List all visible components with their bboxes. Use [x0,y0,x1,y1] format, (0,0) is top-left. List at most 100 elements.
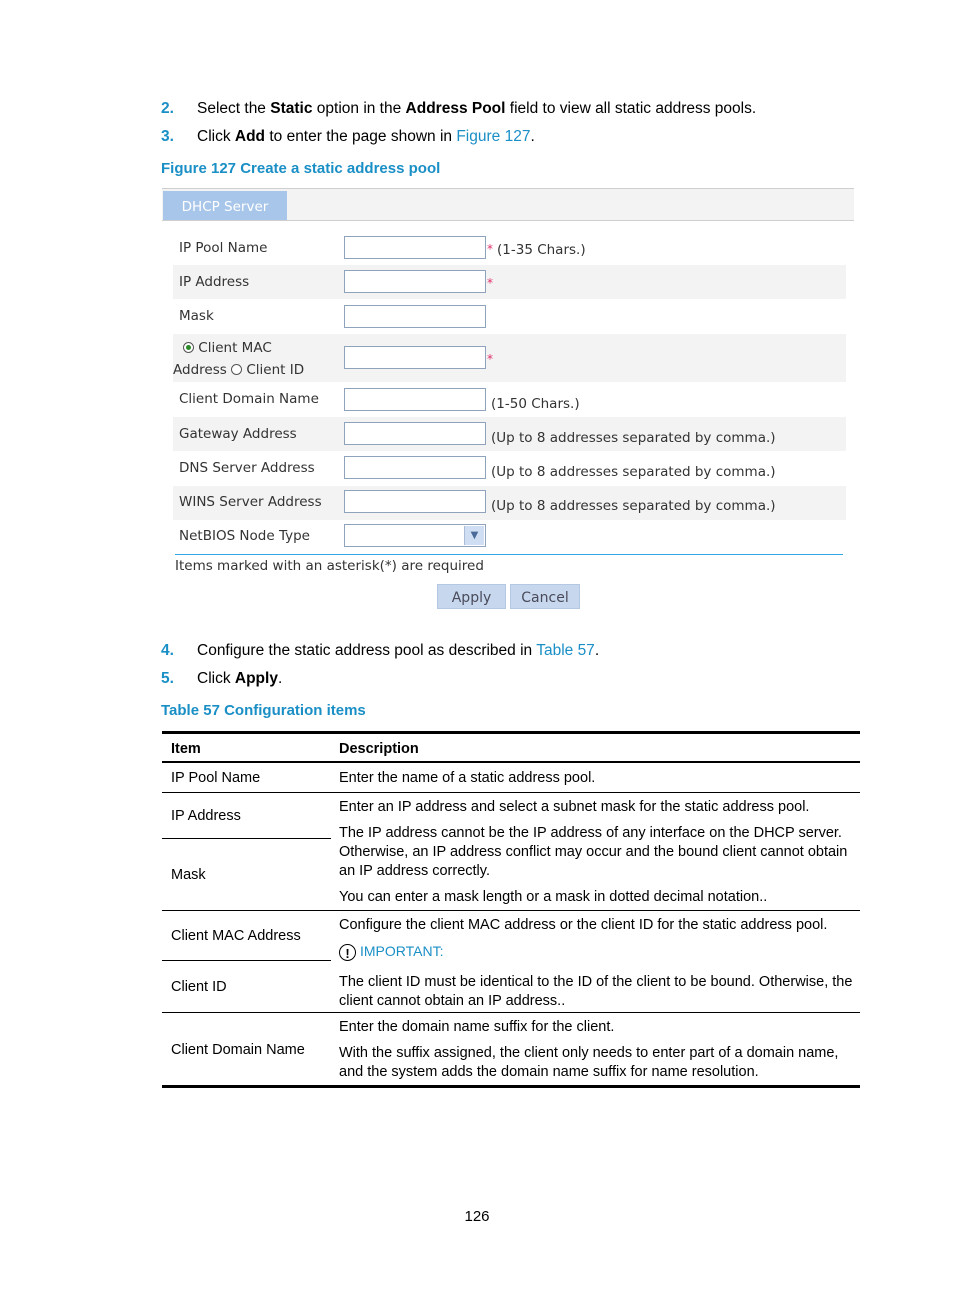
dns-server-address-input[interactable] [344,456,486,479]
step-number: 3. [161,128,174,145]
table-row-description: You can enter a mask length or a mask in… [339,889,768,905]
row-client-domain-name: Client Domain Name (1-50 Chars.) [173,382,846,417]
radio-label: Client MAC [198,340,272,356]
step-text: . [530,128,535,145]
step-text: option in the [312,100,406,117]
row-rule [162,910,860,911]
row-ip-address: IP Address * [173,265,846,299]
radio-client-mac-option[interactable]: Client MAC [183,340,272,356]
step-number: 2. [161,100,174,117]
step-text: to enter the page shown in [265,128,457,145]
dhcp-form-figure: DHCP Server IP Pool Name * (1-35 Chars.)… [162,188,854,618]
row-dns-server-address: DNS Server Address (Up to 8 addresses se… [173,451,846,486]
wins-server-address-input[interactable] [344,490,486,513]
bold-term: Static [270,100,313,117]
field-hint: (1-35 Chars.) [497,242,586,258]
row-rule [162,792,860,793]
step-number: 5. [161,670,174,687]
step-5: 5. Click Apply. [161,670,282,688]
table-link[interactable]: Table 57 [536,642,595,659]
step-text: Configure the static address pool as des… [197,642,537,659]
ip-address-input[interactable] [344,270,486,293]
important-label: IMPORTANT: [360,943,444,959]
field-label: Mask [179,308,214,324]
table-row-description: With the suffix assigned, the client onl… [339,1045,839,1080]
row-rule [162,960,331,961]
table-row-item: Client Domain Name [171,1042,305,1058]
required-marker: * [487,352,493,366]
step-text: Click [197,128,235,145]
table-row-description: Enter an IP address and select a subnet … [339,799,810,815]
row-netbios-node-type: NetBIOS Node Type ▼ [173,520,846,554]
mask-input[interactable] [344,305,486,328]
chevron-down-icon[interactable]: ▼ [464,526,484,545]
tab-dhcp-server[interactable]: DHCP Server [163,191,287,220]
radio-label: Client ID [246,362,305,378]
radio-label: Address [173,362,227,378]
figure-link[interactable]: Figure 127 [456,128,530,145]
tab-bar: DHCP Server [162,188,854,221]
field-hint: (Up to 8 addresses separated by comma.) [491,430,776,446]
row-gateway-address: Gateway Address (Up to 8 addresses separ… [173,417,846,451]
row-wins-server-address: WINS Server Address (Up to 8 addresses s… [173,486,846,520]
step-2: 2. Select the Static option in the Addres… [161,100,756,118]
table-row-item: Client MAC Address [171,928,301,944]
field-label: NetBIOS Node Type [179,528,310,544]
client-mac-input[interactable] [344,346,486,369]
row-ip-pool-name: IP Pool Name * (1-35 Chars.) [173,232,846,265]
header-rule [162,761,860,763]
step-text: Select the [197,100,271,117]
field-label: WINS Server Address [179,494,322,510]
table-row-item: Mask [171,867,206,883]
required-marker: * [487,242,493,256]
step-text: . [277,670,283,687]
client-domain-name-input[interactable] [344,388,486,411]
field-hint: (Up to 8 addresses separated by comma.) [491,498,776,514]
field-label: IP Pool Name [179,240,268,256]
radio-client-id-line: Address Client ID [173,362,304,378]
field-label: DNS Server Address [179,460,315,476]
table-row-description: Configure the client MAC address or the … [339,917,828,933]
step-3: 3. Click Add to enter the page shown in F… [161,128,535,146]
bold-term: Address Pool [405,100,506,117]
table-bottom-rule [162,1085,860,1088]
table-row-description: Enter the name of a static address pool. [339,770,596,786]
required-marker: * [487,276,493,290]
table-top-rule [162,731,860,734]
important-note: ! IMPORTANT: [339,942,859,962]
table-caption: Table 57 Configuration items [161,702,366,719]
field-label: Client Domain Name [179,391,319,407]
bold-term: Apply [234,670,278,687]
row-rule [162,1012,860,1013]
field-hint: (1-50 Chars.) [491,396,580,412]
row-mask: Mask [173,299,846,334]
required-note: Items marked with an asterisk(*) are req… [175,558,484,574]
header-item: Item [171,741,201,757]
figure-caption: Figure 127 Create a static address pool [161,160,441,177]
step-text: . [594,642,600,659]
header-description: Description [339,741,419,757]
exclamation-circle-icon: ! [339,944,356,961]
table-row-description: The client ID must be identical to the I… [339,974,853,1009]
cancel-button[interactable]: Cancel [510,584,580,609]
bold-term: Add [234,128,266,145]
radio-client-mac[interactable] [183,342,194,353]
radio-client-id[interactable] [231,364,243,375]
apply-button[interactable]: Apply [437,584,506,609]
table-row-item: Client ID [171,979,227,995]
field-label: Gateway Address [179,426,297,442]
step-text: Click [197,670,235,687]
step-text: field to view all static address pools. [505,100,757,117]
netbios-node-type-select[interactable]: ▼ [344,524,486,547]
ip-pool-name-input[interactable] [344,236,486,259]
page-number: 126 [464,1208,490,1225]
step-4: 4. Configure the static address pool as d… [161,642,599,660]
form-divider [175,554,843,555]
table-row-description: Enter the domain name suffix for the cli… [339,1019,615,1035]
table-row-description: The IP address cannot be the IP address … [339,825,848,879]
row-rule [162,838,331,839]
table-row-item: IP Pool Name [171,770,261,786]
row-client-mac-id: Client MAC Address Client ID * [173,334,846,382]
gateway-address-input[interactable] [344,422,486,445]
step-number: 4. [161,642,174,659]
